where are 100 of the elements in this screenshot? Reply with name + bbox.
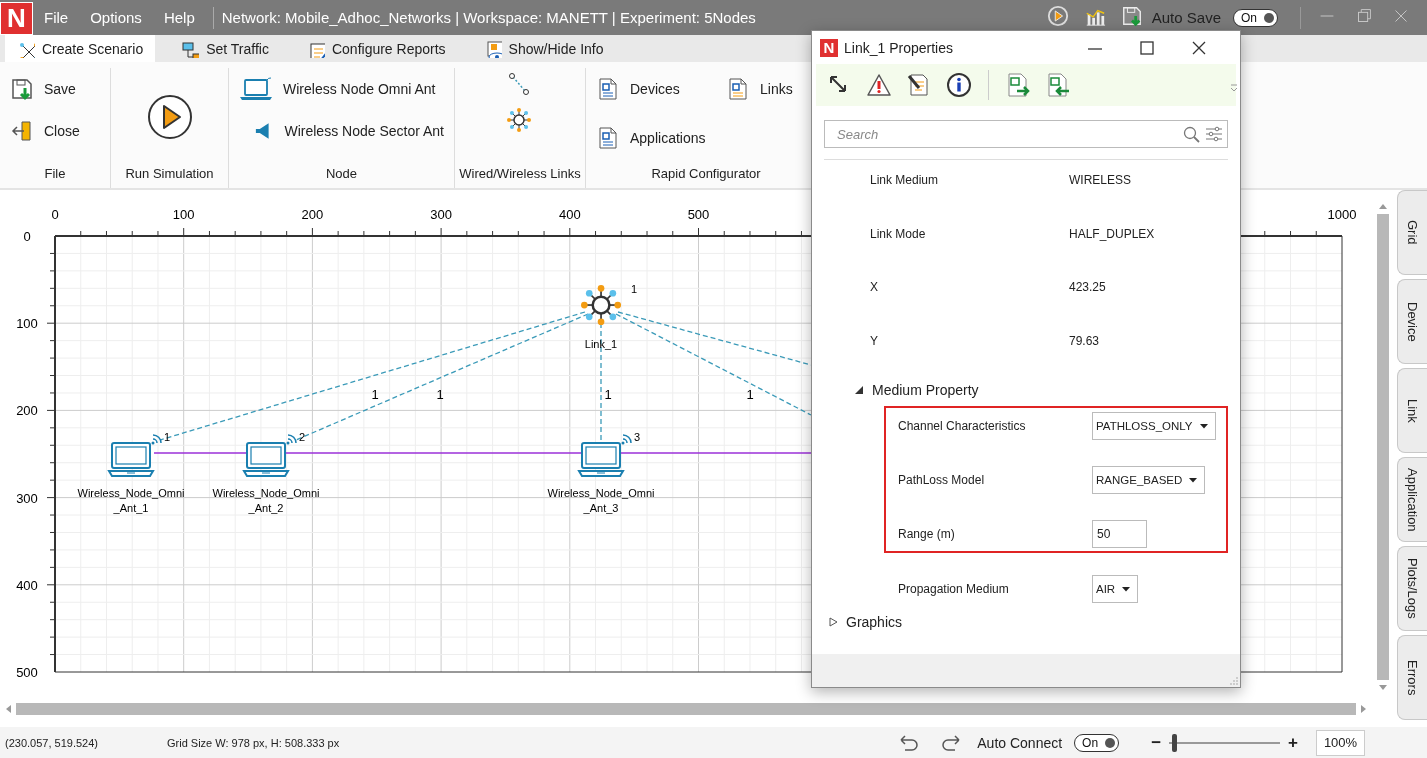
- toggle-switch[interactable]: On: [1074, 733, 1120, 752]
- side-tab[interactable]: Errors: [1397, 635, 1427, 720]
- ribbon-button[interactable]: Devices: [594, 72, 724, 106]
- exit-door-icon: [10, 119, 34, 143]
- zoom-slider[interactable]: [1169, 733, 1281, 752]
- expand-triangle-icon[interactable]: [828, 617, 838, 627]
- wireless-hub-icon[interactable]: [507, 108, 533, 134]
- warning-icon[interactable]: [866, 72, 892, 98]
- ribbon-group-label: Rapid Configurator: [650, 166, 762, 183]
- wifi-icon: [151, 434, 162, 445]
- ribbon-tab[interactable]: Show/Hide Info: [471, 35, 616, 62]
- info-icon[interactable]: [946, 72, 972, 98]
- grid-size-text: Grid Size W: 978 px, H: 508.333 px: [167, 736, 341, 749]
- document-icon: [596, 126, 620, 150]
- resize-grip-icon[interactable]: [1228, 675, 1240, 687]
- laptop-icon[interactable]: [242, 442, 290, 477]
- scrollbar-thumb[interactable]: [16, 702, 1356, 715]
- section-header[interactable]: Medium Property: [872, 382, 979, 398]
- dropdown[interactable]: AIR: [1092, 575, 1139, 603]
- spreadsheet-import-icon[interactable]: [1045, 72, 1071, 98]
- ribbon-button[interactable]: Save: [8, 72, 102, 106]
- laptop-icon: [239, 77, 273, 101]
- side-tab[interactable]: Device: [1397, 279, 1427, 364]
- save-icon: [10, 77, 34, 101]
- ribbon-button[interactable]: Applications: [594, 121, 724, 155]
- ribbon-button[interactable]: Wireless Node Omni Ant: [237, 72, 446, 106]
- run-simulation-button[interactable]: [145, 93, 194, 141]
- link-label: 1: [371, 387, 379, 402]
- ruler-label: 0: [51, 207, 59, 222]
- app-logo: N: [820, 38, 838, 57]
- wifi-icon: [621, 434, 632, 445]
- scroll-left-icon[interactable]: [4, 703, 14, 714]
- laptop-icon[interactable]: [577, 442, 625, 477]
- ruler-label: 500: [16, 665, 38, 680]
- side-tab[interactable]: Grid: [1397, 190, 1427, 275]
- property-label: X: [870, 280, 879, 296]
- scroll-down-icon[interactable]: [1378, 682, 1388, 692]
- hub-icon[interactable]: [581, 285, 622, 326]
- overflow-icon[interactable]: [1230, 84, 1238, 92]
- node-label: Wireless_Node_Omni _Ant_2: [212, 487, 320, 514]
- ruler-label: 0: [23, 229, 31, 244]
- zoom-field[interactable]: 100%: [1316, 729, 1365, 756]
- save-icon[interactable]: [1120, 4, 1143, 27]
- node-label: Link_1: [584, 338, 618, 350]
- play-icon[interactable]: [1046, 4, 1069, 27]
- ribbon-button[interactable]: Wireless Node Sector Ant: [237, 114, 446, 148]
- menu-item[interactable]: Options: [79, 9, 153, 26]
- node-number: 1: [164, 431, 171, 443]
- menu-item[interactable]: Help: [152, 9, 206, 26]
- toggle-switch[interactable]: On: [1233, 8, 1278, 27]
- node-label: Wireless_Node_Omni _Ant_1: [77, 487, 185, 514]
- ruler-label: 200: [301, 207, 324, 222]
- caret-icon: [1199, 423, 1208, 429]
- caret-icon: [1122, 586, 1131, 592]
- property-label: Link Medium: [870, 173, 940, 189]
- ribbon-tab[interactable]: Create Scenario: [5, 35, 156, 62]
- side-tab[interactable]: Plots/Logs: [1397, 546, 1427, 631]
- property-label: Link Mode: [870, 226, 927, 243]
- ruler-label: 400: [16, 577, 38, 593]
- ruler-label: 1000: [1327, 207, 1357, 222]
- property-label: Y: [870, 333, 879, 350]
- ribbon-group-label: Wired/Wireless Links: [458, 166, 582, 183]
- search-icon[interactable]: [1182, 125, 1200, 143]
- ribbon-group-label: Run Simulation: [124, 166, 215, 183]
- ribbon-tab[interactable]: Configure Reports: [294, 35, 458, 62]
- filter-icon[interactable]: [1204, 124, 1224, 144]
- document-icon: [726, 77, 750, 101]
- dropdown[interactable]: PATHLOSS_ONLY: [1092, 412, 1216, 440]
- auto-save-label: Auto Save: [1151, 9, 1221, 26]
- link-label: 1: [746, 387, 754, 402]
- input-field[interactable]: 50: [1092, 520, 1147, 548]
- side-tab[interactable]: Application: [1397, 457, 1427, 542]
- ruler-label: 500: [687, 207, 710, 222]
- link-label: 1: [604, 387, 612, 402]
- window-title: Network: Mobile_Adhoc_Networks | Workspace: MANETT | Experiment: 5Nodes: [221, 9, 756, 26]
- dropdown[interactable]: RANGE_BASED: [1092, 466, 1206, 494]
- section-header[interactable]: Graphics: [846, 614, 903, 630]
- ribbon-button[interactable]: Close: [8, 114, 102, 148]
- ribbon-button[interactable]: Links: [724, 72, 804, 106]
- ruler-label: 100: [16, 316, 38, 332]
- ribbon-tab[interactable]: Set Traffic: [169, 35, 281, 62]
- link-line[interactable]: [600, 322, 602, 441]
- zoom-in-button[interactable]: +: [1288, 732, 1298, 753]
- scroll-right-icon[interactable]: [1358, 703, 1368, 714]
- menu-item[interactable]: File: [33, 9, 80, 26]
- node-label: Wireless_Node_Omni _Ant_3: [547, 487, 655, 514]
- scrollbar-thumb[interactable]: [1377, 214, 1389, 680]
- ruler-label: 400: [558, 207, 581, 222]
- ruler-label: 200: [16, 403, 38, 419]
- side-tab[interactable]: Link: [1397, 368, 1427, 453]
- slider-thumb[interactable]: [1172, 733, 1178, 752]
- node-number: 3: [634, 431, 641, 443]
- zoom-out-button[interactable]: −: [1151, 732, 1162, 753]
- expand-triangle-icon[interactable]: [854, 385, 864, 395]
- spreadsheet-export-icon[interactable]: [1005, 72, 1031, 98]
- ribbon-group-label: Node: [324, 166, 359, 183]
- scroll-up-icon[interactable]: [1378, 202, 1388, 212]
- laptop-icon[interactable]: [107, 442, 155, 477]
- search-field[interactable]: Search: [824, 120, 1228, 148]
- node-number: 2: [299, 431, 306, 443]
